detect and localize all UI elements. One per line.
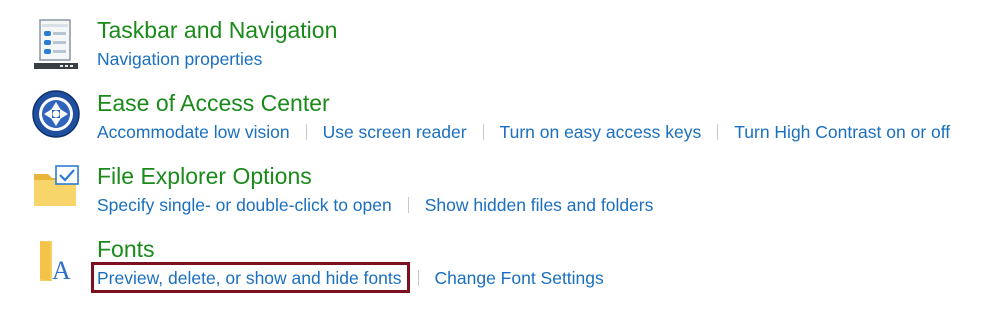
link-separator bbox=[717, 124, 719, 140]
link-change-font-settings[interactable]: Change Font Settings bbox=[435, 267, 604, 289]
folder-check-icon[interactable] bbox=[30, 162, 82, 214]
link-use-screen-reader[interactable]: Use screen reader bbox=[323, 121, 467, 143]
category-links-file-explorer-options: Specify single- or double-click to open … bbox=[97, 194, 653, 216]
svg-text:A: A bbox=[52, 256, 71, 285]
taskbar-icon[interactable] bbox=[30, 18, 82, 70]
link-separator bbox=[417, 270, 419, 286]
category-links-taskbar-navigation: Navigation properties bbox=[97, 48, 262, 70]
link-separator bbox=[305, 124, 307, 140]
highlight-box bbox=[91, 262, 410, 293]
link-easy-access-keys[interactable]: Turn on easy access keys bbox=[500, 121, 702, 143]
link-show-hidden-files[interactable]: Show hidden files and folders bbox=[425, 194, 654, 216]
ease-of-access-icon[interactable] bbox=[30, 88, 82, 140]
link-accommodate-low-vision[interactable]: Accommodate low vision bbox=[97, 121, 290, 143]
link-separator bbox=[407, 197, 409, 213]
category-title-file-explorer-options[interactable]: File Explorer Options bbox=[97, 162, 312, 190]
category-links-ease-of-access: Accommodate low vision Use screen reader… bbox=[97, 121, 950, 143]
link-navigation-properties[interactable]: Navigation properties bbox=[97, 48, 262, 70]
fonts-folder-icon[interactable]: A bbox=[30, 235, 82, 287]
category-file-explorer-options: File Explorer Options Specify single- or… bbox=[0, 156, 986, 228]
link-single-double-click[interactable]: Specify single- or double-click to open bbox=[97, 194, 392, 216]
category-ease-of-access: Ease of Access Center Accommodate low vi… bbox=[0, 83, 986, 155]
category-title-fonts[interactable]: Fonts bbox=[97, 235, 155, 263]
link-high-contrast[interactable]: Turn High Contrast on or off bbox=[734, 121, 950, 143]
category-title-ease-of-access[interactable]: Ease of Access Center bbox=[97, 89, 330, 117]
category-taskbar-navigation: Taskbar and Navigation Navigation proper… bbox=[0, 10, 986, 82]
category-title-taskbar-navigation[interactable]: Taskbar and Navigation bbox=[97, 16, 337, 44]
link-separator bbox=[482, 124, 484, 140]
